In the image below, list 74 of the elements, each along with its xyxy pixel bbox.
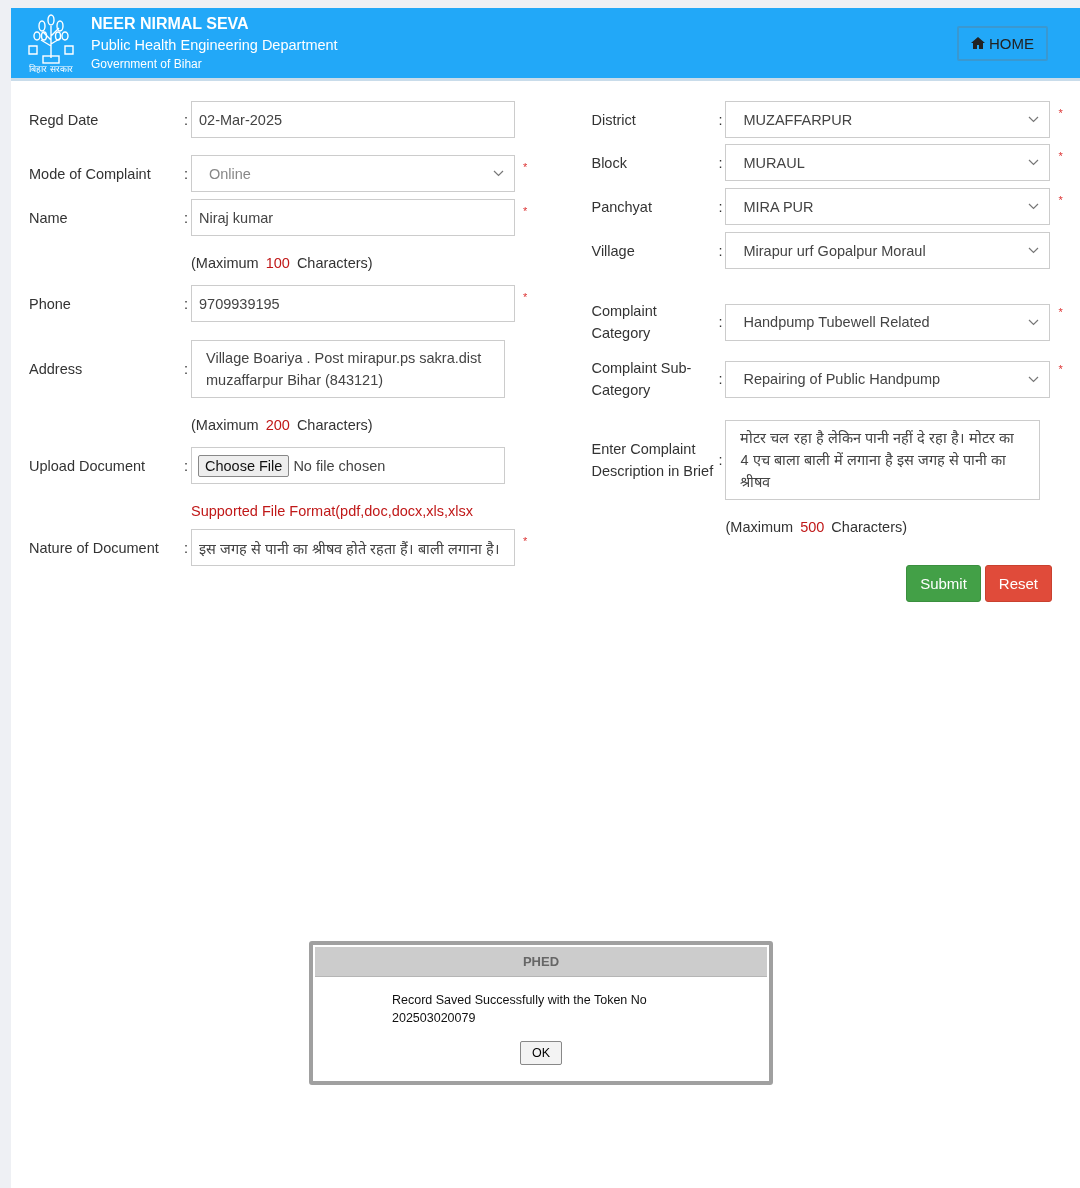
colon: : [183,165,189,182]
text-area[interactable]: Village Boariya . Post mirapur.ps sakra.dist muzaffarpur Bihar (843121) [191,340,505,398]
dropdown[interactable]: Handpump Tubewell Related [725,303,1051,341]
colon: : [183,111,189,128]
field-label: Name [28,208,69,228]
colon: : [717,452,724,468]
dropdown[interactable]: MUZAFFARPUR [725,101,1051,138]
required-asterisk: * [1057,150,1064,162]
colon: : [717,154,724,171]
colon: : [717,111,724,128]
colon: : [183,209,189,226]
text-field[interactable]: Niraj kumar [191,199,515,236]
dropdown[interactable]: Repairing of Public Handpump [725,360,1051,398]
character-limit-hint: (Maximum 100 Characters) [190,254,374,273]
field-label: District [590,110,637,130]
chevron-down-icon [1028,159,1040,166]
emblem-caption: बिहार सरकार [29,64,73,74]
required-asterisk: * [1057,194,1064,206]
colon: : [717,371,724,387]
required-asterisk: * [522,205,529,217]
dropdown[interactable]: MIRA PUR [725,188,1051,225]
required-asterisk: * [522,535,529,547]
chevron-down-icon [1028,318,1040,326]
text-field[interactable]: 02-Mar-2025 [191,101,515,138]
colon: : [717,198,724,215]
required-asterisk: * [1057,306,1064,318]
reset-button[interactable]: Reset [984,565,1052,602]
colon: : [183,457,189,474]
dialog-message: Record Saved Successfully with the Token No 202503020079 [391,992,648,1027]
home-icon [971,37,985,49]
chevron-down-icon [1028,116,1040,123]
site-title: NEER NIRMAL SEVA [91,14,250,34]
colon: : [183,539,189,556]
field-label: Nature of Document [28,538,160,558]
chevron-down-icon [1028,375,1040,383]
required-asterisk: * [522,291,529,303]
colon: : [183,295,189,312]
colon: : [717,242,724,259]
home-button[interactable]: HOME [957,25,1048,61]
emblem-drawing [26,12,76,64]
required-asterisk: * [522,161,529,173]
dialog-title: PHED [315,947,767,977]
field-label: Complaint Category [590,302,658,343]
field-label: Address [28,360,84,379]
field-label: Regd Date [28,110,100,130]
dropdown[interactable]: Mirapur urf Gopalpur Moraul [725,232,1051,269]
field-label: Panchyat [590,197,653,217]
choose-file-button[interactable]: Choose File [198,454,290,477]
file-format-note: Supported File Format(pdf,doc,docx,xls,xlsx [190,502,475,521]
character-limit-hint: (Maximum 500 Characters) [724,518,909,537]
character-limit-hint: (Maximum 200 Characters) [190,416,374,435]
field-label: Block [590,153,628,173]
field-label: Upload Document [28,456,147,476]
file-upload-field[interactable]: Choose File No file chosen [191,447,505,484]
chevron-down-icon [1028,247,1040,254]
field-label: Enter Complaint Description in Brief [590,440,715,481]
colon: : [717,314,724,330]
chevron-down-icon [1028,203,1040,210]
dropdown[interactable]: MURAUL [725,144,1051,181]
field-label: Complaint Sub-Category [590,359,693,400]
text-field[interactable]: 9709939195 [191,285,515,322]
government-name: Government of Bihar [91,56,203,73]
required-asterisk: * [1057,107,1064,119]
chevron-down-icon [493,170,504,177]
required-asterisk: * [1057,363,1064,375]
ok-button[interactable]: OK [519,1041,563,1065]
file-status-text: No file chosen [293,457,386,474]
text-area[interactable]: मोटर चल रहा है लेकिन पानी नहीं दे रहा है। मोटर का 4 एच बाला बाली में लगाना है इस जगह से पानी का श्रीषव [725,420,1041,500]
field-label: Village [590,241,636,261]
field-label: Phone [28,294,72,314]
department-name: Public Health Engineering Department [91,36,339,55]
colon: : [183,361,189,377]
field-label: Mode of Complaint [28,164,152,184]
text-field[interactable]: इस जगह से पानी का श्रीषव होते रहता हैं। बाली लगाना है। [191,529,515,566]
